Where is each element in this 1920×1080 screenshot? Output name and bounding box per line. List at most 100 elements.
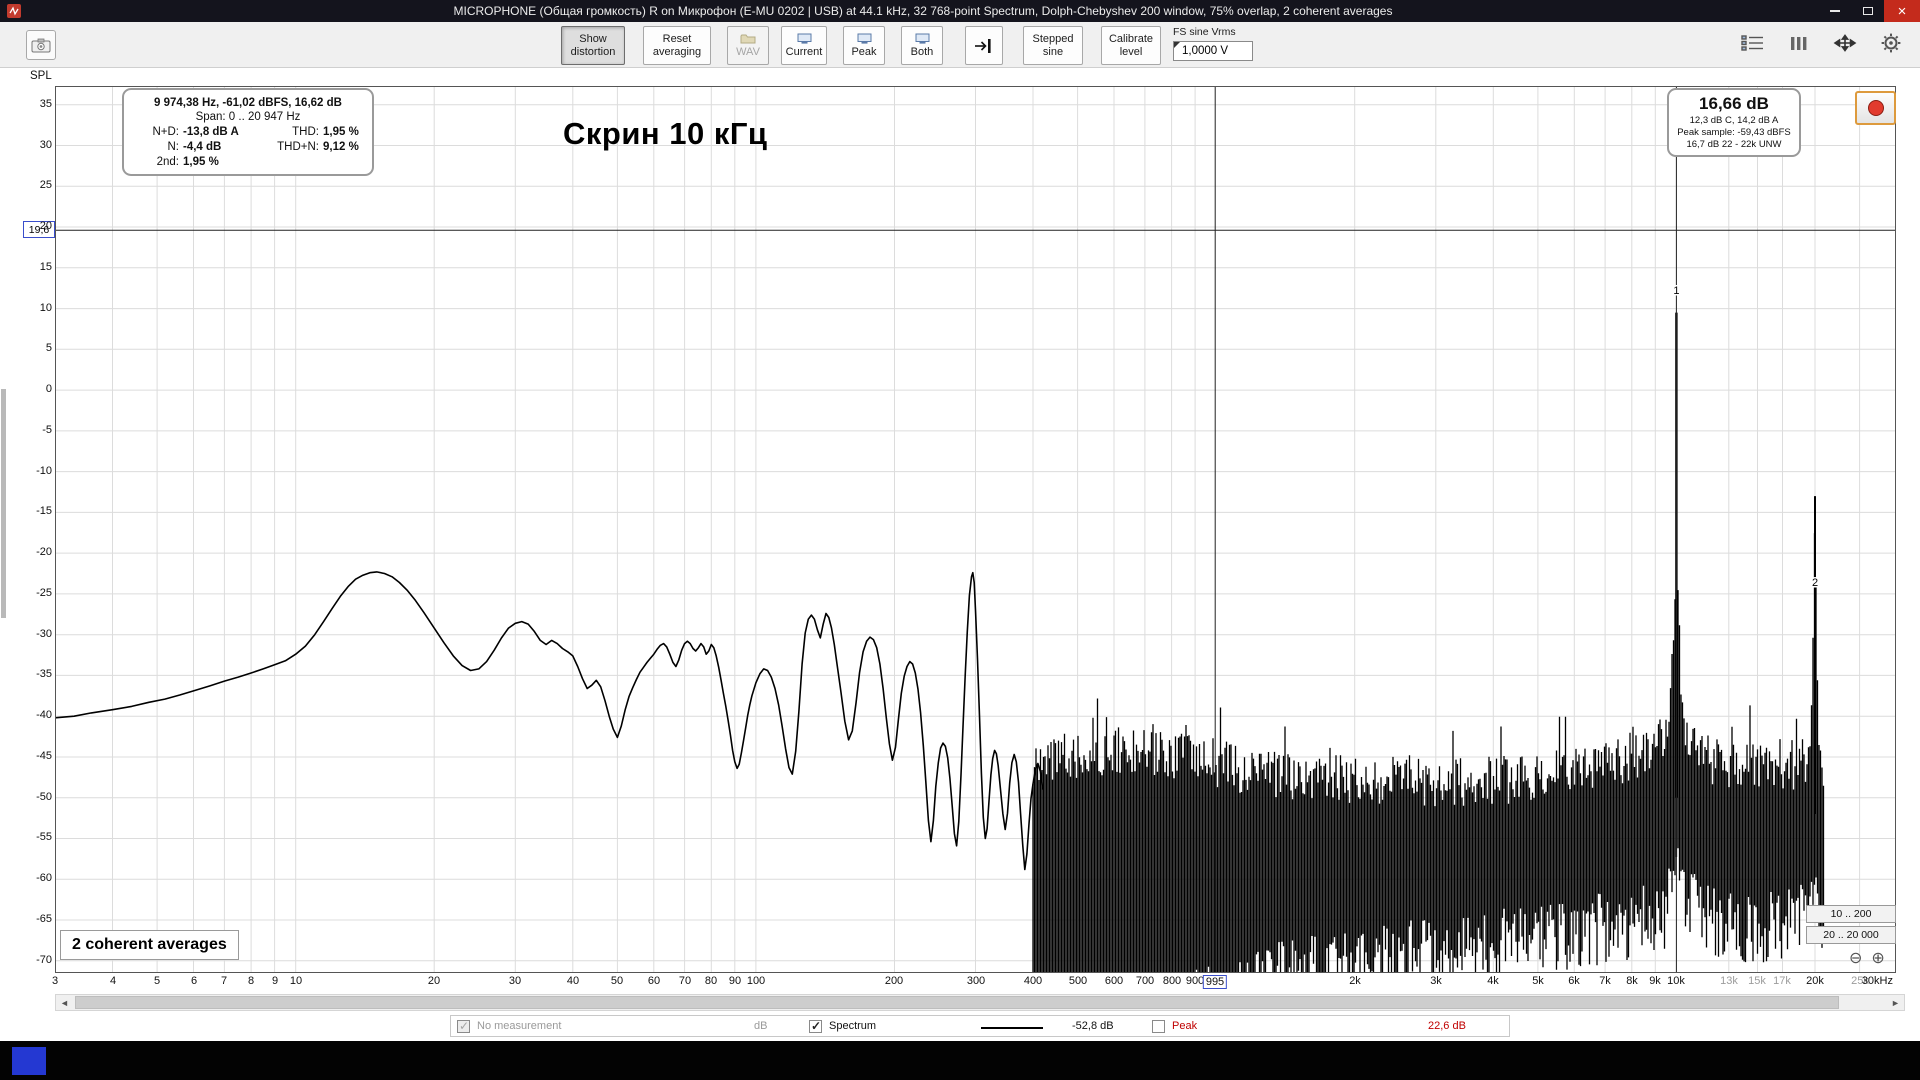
y-tick-label: -5 [16, 424, 52, 436]
cursor-freq-readout[interactable]: 995 [1203, 975, 1227, 989]
x-tick-label: 17k [1773, 975, 1791, 987]
y-tick-label: 15 [16, 261, 52, 273]
x-zoom-out-icon[interactable]: ⊖ [1849, 948, 1862, 968]
current-button[interactable]: Current [781, 26, 827, 65]
spectrum-label: Spectrum [829, 1020, 876, 1032]
x-tick-label: 4k [1487, 975, 1499, 987]
close-icon: × [1898, 3, 1907, 20]
reset-averaging-button[interactable]: Reset averaging [643, 26, 711, 65]
n-value: -4,4 dB [183, 141, 267, 153]
spectrum-plot[interactable]: 12 [55, 86, 1896, 973]
harmonic-marker-1: 1 [1673, 285, 1679, 297]
show-distortion-button[interactable]: Show distortion [561, 26, 625, 65]
display-icon [797, 33, 812, 44]
x-tick-label: 7 [221, 975, 227, 987]
y-tick-label: -45 [16, 750, 52, 762]
x-tick-label: 400 [1024, 975, 1042, 987]
taskbar-icon-blue[interactable] [12, 1047, 46, 1075]
x-tick-label: 9 [272, 975, 278, 987]
peak-button[interactable]: Peak [843, 26, 885, 65]
range-button-10-200[interactable]: 10 .. 200 [1806, 905, 1896, 923]
cursor-info-box: 9 974,38 Hz, -61,02 dBFS, 16,62 dB Span:… [122, 88, 374, 176]
range-button-20-20000[interactable]: 20 .. 20 000 [1806, 926, 1896, 944]
x-zoom-in-icon[interactable]: ⊕ [1871, 948, 1884, 968]
fs-sine-value: 1,0000 V [1182, 45, 1228, 57]
x-tick-label: 9k [1649, 975, 1661, 987]
field-corner-marker [1174, 42, 1180, 48]
y-tick-label: -25 [16, 587, 52, 599]
y-tick-label: -70 [16, 954, 52, 966]
scrollbar-thumb[interactable] [75, 996, 1839, 1009]
y-tick-label: 35 [16, 98, 52, 110]
scroll-left-icon[interactable]: ◄ [56, 995, 73, 1010]
x-tick-label: 90 [729, 975, 741, 987]
bars-view-button[interactable] [1784, 29, 1814, 57]
wav-label: WAV [736, 46, 760, 58]
db-unit-label: dB [754, 1020, 767, 1032]
nd-value: -13,8 dB A [183, 126, 267, 138]
overlay-list-icon [1741, 34, 1765, 52]
minimize-icon [1830, 10, 1840, 12]
scroll-right-icon[interactable]: ► [1887, 995, 1904, 1010]
minimize-button[interactable] [1818, 0, 1851, 22]
app-window: MICROPHONE (Общая громкость) R on Микроф… [0, 0, 1920, 1080]
x-tick-label: 10 [290, 975, 302, 987]
record-button[interactable] [1855, 91, 1896, 125]
fs-sine-input[interactable]: 1,0000 V [1173, 41, 1253, 61]
peak-checkbox[interactable] [1152, 1020, 1165, 1033]
x-tick-label: 300 [967, 975, 985, 987]
x-tick-label: 30kHz [1862, 975, 1893, 987]
peak-label: Peak [851, 46, 876, 58]
y-tick-label: 25 [16, 179, 52, 191]
level-peak-sample: Peak sample: -59,43 dBFS [1671, 127, 1797, 138]
cursor-readout-line: 9 974,38 Hz, -61,02 dBFS, 16,62 dB [133, 97, 363, 109]
fs-sine-label: FS sine Vrms [1173, 26, 1253, 38]
maximize-button[interactable] [1851, 0, 1884, 22]
vertical-scrollbar-thumb[interactable] [1, 389, 6, 618]
cursor-level-readout[interactable]: 19,6 [23, 221, 55, 238]
pan-zoom-button[interactable] [1830, 29, 1860, 57]
horizontal-scrollbar[interactable]: ◄ ► [55, 994, 1905, 1011]
snapshot-button[interactable] [26, 30, 56, 60]
show-distortion-label: Show distortion [564, 33, 622, 58]
x-tick-label: 80 [705, 975, 717, 987]
x-tick-label: 30 [509, 975, 521, 987]
no-measurement-checkbox[interactable] [457, 1020, 470, 1033]
x-tick-label: 40 [567, 975, 579, 987]
taskbar [0, 1041, 1920, 1080]
nd-label: N+D: [133, 126, 179, 138]
record-icon [1868, 100, 1884, 116]
no-measurement-label: No measurement [477, 1020, 561, 1032]
stepped-sine-button[interactable]: Stepped sine [1023, 26, 1083, 65]
reset-averaging-label: Reset averaging [646, 33, 708, 58]
x-tick-label: 8k [1626, 975, 1638, 987]
close-button[interactable]: × [1884, 0, 1920, 22]
x-tick-label: 200 [885, 975, 903, 987]
x-tick-label: 6k [1568, 975, 1580, 987]
camera-icon [31, 38, 51, 53]
x-tick-label: 500 [1069, 975, 1087, 987]
x-tick-label: 3 [52, 975, 58, 987]
folder-icon [740, 33, 756, 44]
toolbar: Show distortion Reset averaging WAV Curr… [0, 22, 1920, 68]
title-bar[interactable]: MICROPHONE (Общая громкость) R on Микроф… [0, 0, 1920, 22]
both-button[interactable]: Both [901, 26, 943, 65]
level-main-value: 16,66 dB [1671, 94, 1797, 114]
spectrum-checkbox[interactable] [809, 1020, 822, 1033]
x-tick-label: 5k [1532, 975, 1544, 987]
level-meter-box: 16,66 dB 12,3 dB C, 14,2 dB A Peak sampl… [1667, 88, 1801, 157]
overlay-list-button[interactable] [1738, 29, 1768, 57]
x-tick-label: 3k [1430, 975, 1442, 987]
gear-icon [1881, 33, 1901, 53]
span-readout-line: Span: 0 .. 20 947 Hz [133, 111, 363, 123]
y-tick-label: -50 [16, 791, 52, 803]
loop-button[interactable] [965, 26, 1003, 65]
calibrate-level-button[interactable]: Calibrate level [1101, 26, 1161, 65]
settings-button[interactable] [1876, 29, 1906, 57]
y-tick-label: -30 [16, 628, 52, 640]
harmonic-marker-2: 2 [1812, 577, 1818, 589]
both-label: Both [911, 46, 934, 58]
spectrum-value: -52,8 dB [1072, 1020, 1114, 1032]
pan-arrows-icon [1831, 33, 1859, 53]
thd-value: 1,95 % [323, 126, 363, 138]
